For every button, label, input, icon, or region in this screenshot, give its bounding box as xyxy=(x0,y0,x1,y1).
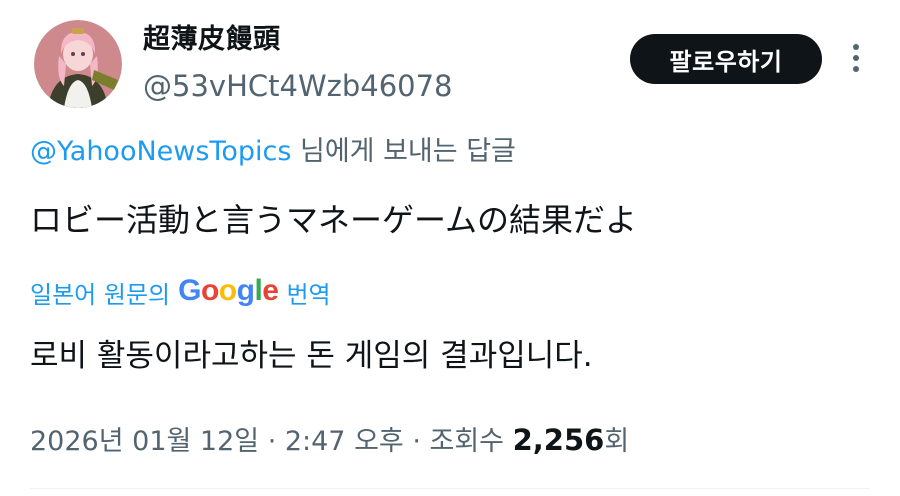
timestamp[interactable]: 2026년 01월 12일 · 2:47 오후 · 조회수 xyxy=(30,426,513,457)
translate-suffix: 번역 xyxy=(286,280,331,309)
tweet-text: ロビー活動と言うマネーゲームの結果だよ xyxy=(30,201,638,239)
translate-link[interactable]: 일본어 원문의 Google 번역 xyxy=(30,272,331,312)
divider xyxy=(30,488,870,489)
tweet-meta: 2026년 01월 12일 · 2:47 오후 · 조회수 2,256회 xyxy=(30,420,629,462)
avatar-image xyxy=(34,20,122,108)
google-letter: o xyxy=(200,274,219,307)
more-dot xyxy=(853,66,859,72)
google-letter: o xyxy=(218,274,237,307)
translate-prefix: 일본어 원문의 xyxy=(30,280,171,309)
view-count: 2,256 xyxy=(512,423,605,457)
more-dot xyxy=(853,55,859,61)
reply-suffix: 님에게 보내는 답글 xyxy=(291,136,516,167)
translated-text: 로비 활동이라고하는 돈 게임의 결과입니다. xyxy=(30,338,593,374)
google-letter: e xyxy=(262,274,279,307)
tweet-detail: 超薄皮饅頭 @53vHCt4Wzb46078 팔로우하기 @YahooNewsT… xyxy=(0,0,900,496)
google-logo: Google xyxy=(178,274,279,308)
view-count-suffix: 회 xyxy=(604,426,630,457)
more-vertical-icon[interactable] xyxy=(846,40,866,76)
user-handle[interactable]: @53vHCt4Wzb46078 xyxy=(143,68,453,104)
display-name[interactable]: 超薄皮饅頭 xyxy=(143,22,281,58)
reply-context: @YahooNewsTopics 님에게 보내는 답글 xyxy=(30,134,516,170)
google-letter: G xyxy=(178,274,201,307)
avatar[interactable] xyxy=(34,20,122,108)
more-dot xyxy=(853,44,859,50)
google-letter: g xyxy=(236,274,255,307)
reply-mention-link[interactable]: @YahooNewsTopics xyxy=(30,136,291,167)
follow-button[interactable]: 팔로우하기 xyxy=(630,34,822,84)
